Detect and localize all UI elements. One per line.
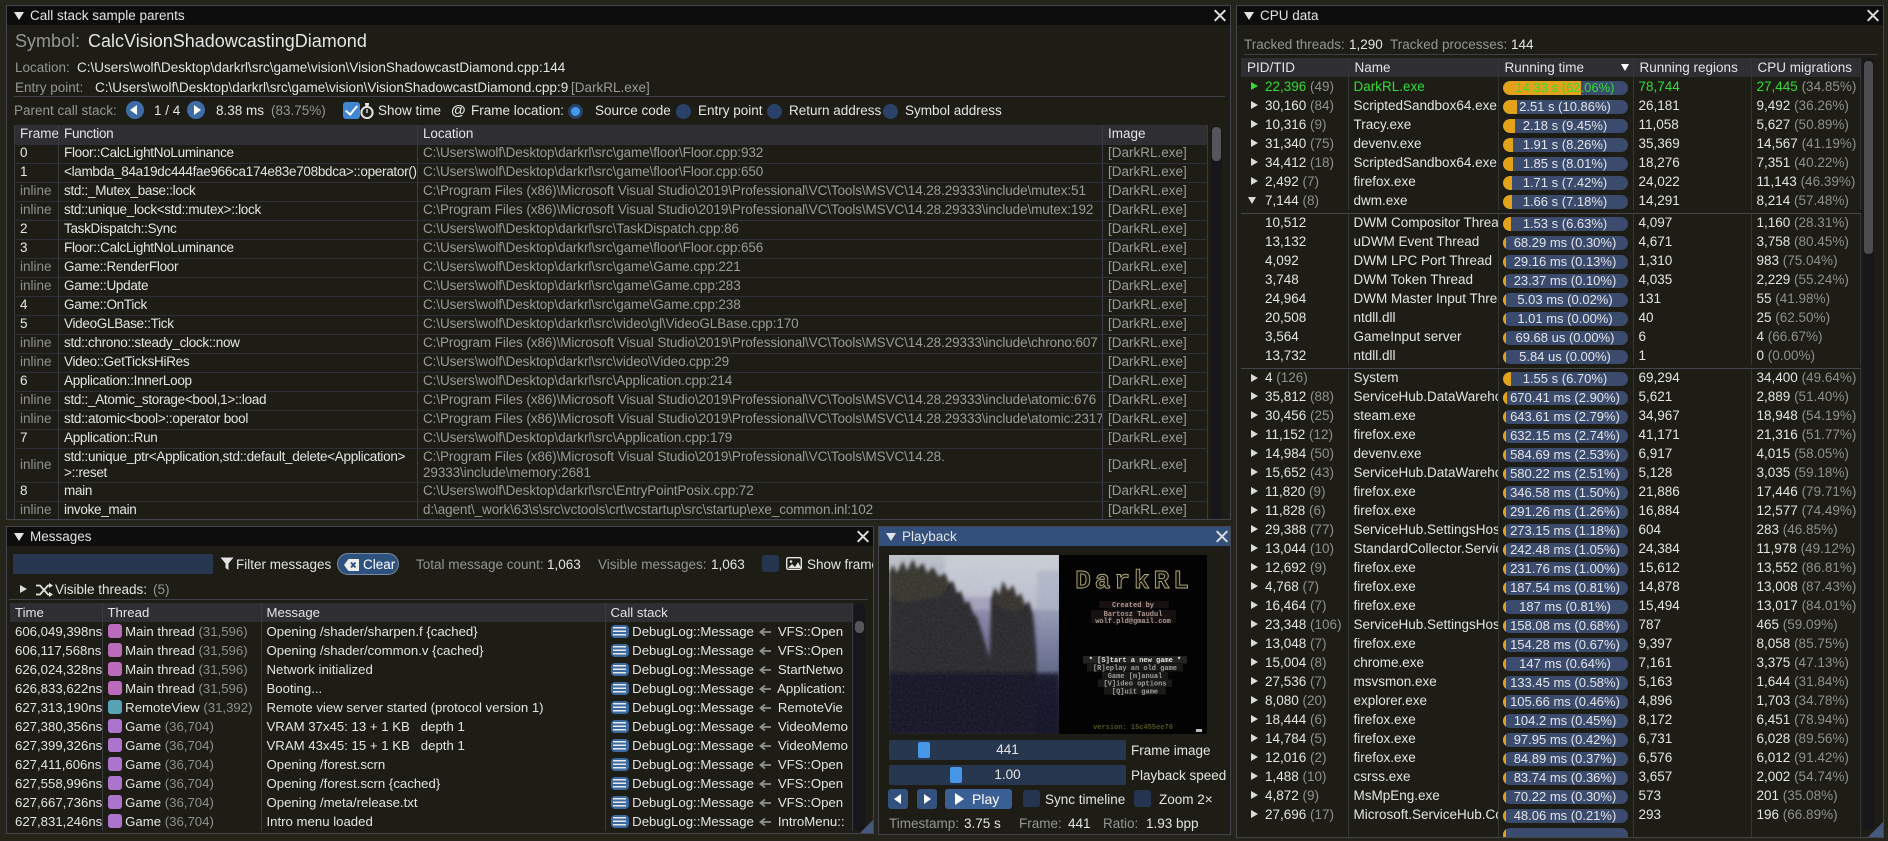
svg-text:* [S]tart a new game *: * [S]tart a new game * (1089, 657, 1181, 665)
svg-text:[Q]uit game: [Q]uit game (1112, 689, 1158, 697)
svg-text:wolf.pld@gmail.com: wolf.pld@gmail.com (1095, 618, 1171, 626)
svg-text:version: 15c455ee76: version: 15c455ee76 (1093, 724, 1173, 732)
svg-text:Created by: Created by (1112, 602, 1155, 610)
svg-text:[R]eplay an old game: [R]eplay an old game (1093, 665, 1177, 673)
svg-text:DarkRL: DarkRL (1075, 566, 1193, 596)
